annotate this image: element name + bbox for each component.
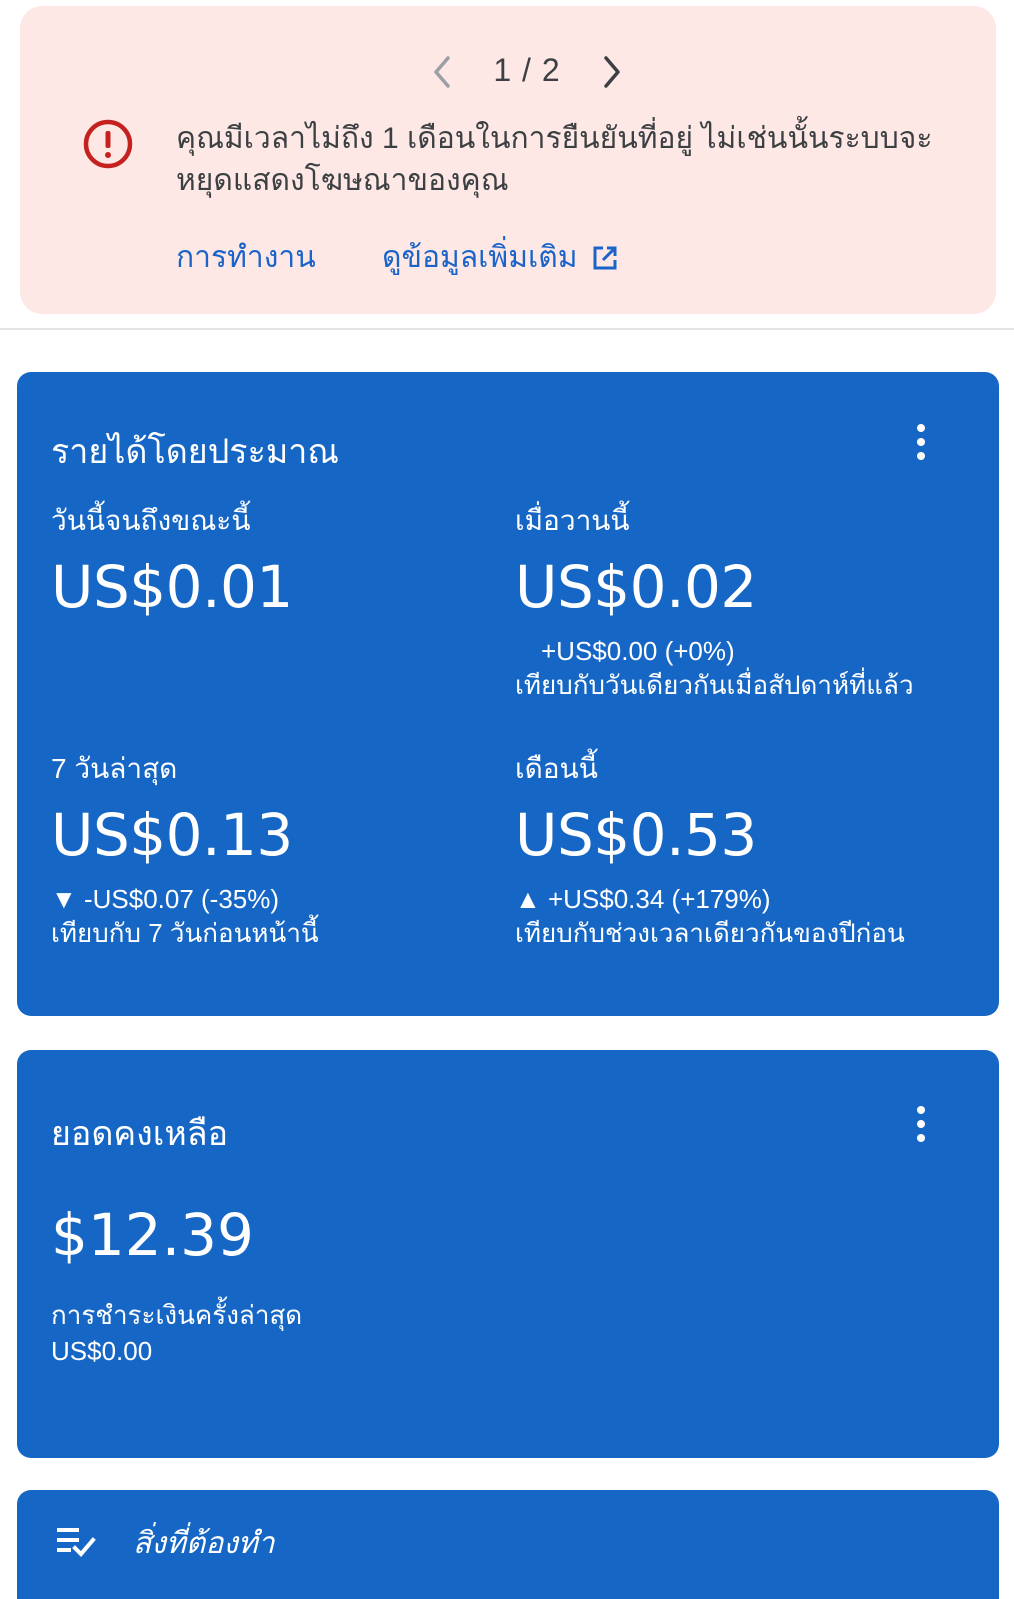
estimated-earnings-card[interactable]: รายได้โดยประมาณ วันนี้จนถึงขณะนี้ US$0.0… (17, 372, 999, 1016)
metric-last7: 7 วันล่าสุด US$0.13 ▼ -US$0.07 (-35%) เท… (51, 750, 511, 950)
alert-pager: 1 / 2 (20, 42, 996, 102)
balance-card[interactable]: ยอดคงเหลือ $12.39 การชำระเงินครั้งล่าสุด… (17, 1050, 999, 1458)
balance-title: ยอดคงเหลือ (51, 1115, 229, 1153)
pager-prev-button[interactable] (412, 42, 472, 102)
metric-yesterday: เมื่อวานนี้ US$0.02 +US$0.00 (+0%) เทียบ… (515, 502, 975, 702)
metric-last7-change: ▼ -US$0.07 (-35%) (51, 884, 280, 914)
metric-today: วันนี้จนถึงขณะนี้ US$0.01 (51, 502, 511, 620)
balance-more-menu-icon[interactable] (901, 1100, 941, 1148)
metric-month-compare: เทียบกับช่วงเวลาเดียวกันของปีก่อน (515, 918, 905, 948)
error-icon (80, 116, 136, 172)
todo-title: สิ่งที่ต้องทำ (133, 1527, 275, 1560)
metric-last7-value: US$0.13 (51, 801, 293, 869)
checklist-icon (55, 1522, 99, 1562)
last-payment-label: การชำระเงินครั้งล่าสุด (51, 1300, 303, 1330)
metric-month: เดือนนี้ US$0.53 ▲ +US$0.34 (+179%) เทีย… (515, 750, 975, 950)
page: 1 / 2 คุณมีเวลาไม่ถึง 1 เดือนในการยืนยัน… (0, 0, 1014, 1599)
learn-more-label: ดูข้อมูลเพิ่มเติม (382, 241, 578, 274)
metric-yesterday-label: เมื่อวานนี้ (515, 505, 630, 536)
chevron-right-icon (604, 56, 620, 88)
earnings-title: รายได้โดยประมาณ (51, 433, 339, 471)
section-divider (0, 328, 1014, 330)
pager-indicator: 1 / 2 (493, 52, 561, 88)
alert-action-link[interactable]: การทำงาน (176, 234, 316, 281)
chevron-left-icon (434, 56, 450, 88)
learn-more-link[interactable]: ดูข้อมูลเพิ่มเติม (382, 234, 619, 281)
metric-yesterday-change: +US$0.00 (+0%) (541, 636, 735, 666)
metric-yesterday-value: US$0.02 (515, 553, 757, 621)
metric-month-label: เดือนนี้ (515, 753, 598, 784)
earnings-more-menu-icon[interactable] (901, 418, 941, 466)
last-payment-value: US$0.00 (51, 1336, 153, 1366)
metric-today-value: US$0.01 (51, 553, 293, 621)
verification-alert: 1 / 2 คุณมีเวลาไม่ถึง 1 เดือนในการยืนยัน… (20, 6, 996, 314)
metric-last7-compare: เทียบกับ 7 วันก่อนหน้านี้ (51, 918, 319, 948)
metric-month-change: ▲ +US$0.34 (+179%) (515, 884, 771, 914)
metric-month-value: US$0.53 (515, 801, 757, 869)
open-in-new-icon (593, 246, 617, 269)
alert-action-label: การทำงาน (176, 241, 316, 274)
balance-value: $12.39 (51, 1201, 254, 1269)
metric-today-label: วันนี้จนถึงขณะนี้ (51, 505, 251, 536)
todo-card[interactable]: สิ่งที่ต้องทำ (17, 1490, 999, 1599)
pager-next-button[interactable] (582, 42, 642, 102)
alert-message: คุณมีเวลาไม่ถึง 1 เดือนในการยืนยันที่อยู… (176, 122, 933, 197)
metric-last7-label: 7 วันล่าสุด (51, 753, 178, 784)
metric-yesterday-compare: เทียบกับวันเดียวกันเมื่อสัปดาห์ที่แล้ว (515, 670, 914, 700)
